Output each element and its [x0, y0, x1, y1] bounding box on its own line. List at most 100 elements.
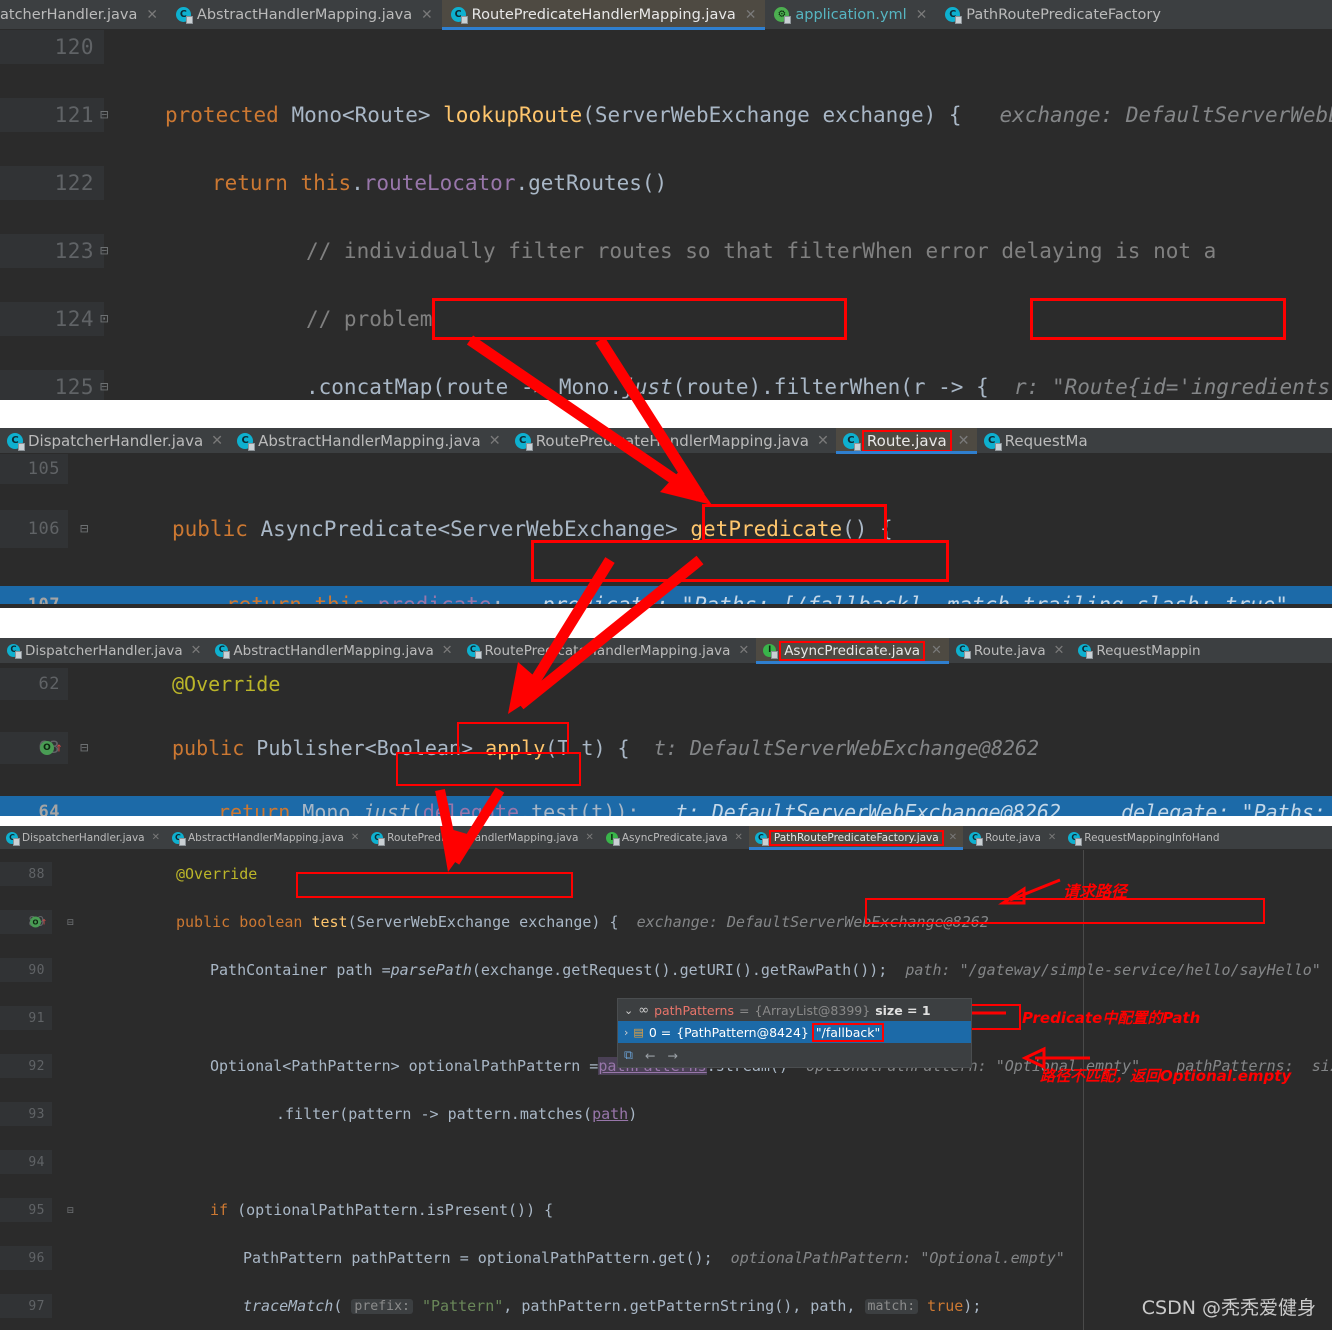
debug-popup-toolbar[interactable]: ⧉ ← →: [618, 1043, 971, 1067]
close-icon[interactable]: ✕: [949, 832, 957, 843]
tab-path-route-predicate-factory[interactable]: C PathRoutePredicateFactory.java ✕: [748, 826, 964, 850]
fold-icon[interactable]: ⊟: [80, 521, 88, 537]
tab-async-predicate[interactable]: I AsyncPredicate.java ✕: [600, 826, 749, 849]
close-icon[interactable]: ✕: [745, 7, 757, 23]
tab-route-java[interactable]: C Route.java ✕: [963, 826, 1062, 849]
gutter[interactable]: 96: [0, 1246, 52, 1270]
tab-bar-2[interactable]: C DispatcherHandler.java ✕ C AbstractHan…: [0, 428, 1332, 454]
tab-dispatcher-handler[interactable]: atcherHandler.java ✕: [0, 0, 167, 29]
gutter[interactable]: 92: [0, 1054, 52, 1078]
gutter[interactable]: 95: [0, 1198, 52, 1222]
gutter[interactable]: 122: [0, 166, 104, 200]
close-icon[interactable]: ✕: [146, 7, 158, 23]
debug-popup-entry[interactable]: › ▤ 0 = {PathPattern@8424} "/fallback": [618, 1021, 971, 1043]
tab-route-java[interactable]: C Route.java ✕: [835, 428, 977, 454]
close-icon[interactable]: ✕: [421, 7, 433, 23]
debugger-value-popup[interactable]: ⌄ ∞ pathPatterns = {ArrayList@8399} size…: [617, 998, 972, 1068]
implements-arrow-icon[interactable]: ↑: [41, 917, 47, 928]
debug-popup-header[interactable]: ⌄ ∞ pathPatterns = {ArrayList@8399} size…: [618, 999, 971, 1021]
gutter[interactable]: 107: [0, 586, 68, 604]
back-icon[interactable]: ←: [645, 1048, 655, 1063]
tab-request-mapping[interactable]: C RequestMappin: [1071, 638, 1207, 663]
fold-icon[interactable]: ⊟: [100, 107, 108, 123]
tab-abstract-handler-mapping[interactable]: C AbstractHandlerMapping.java ✕: [208, 638, 459, 663]
tab-label: atcherHandler.java: [0, 6, 138, 23]
gutter[interactable]: 120: [0, 30, 104, 64]
gutter[interactable]: 62: [0, 668, 68, 700]
fold-icon[interactable]: ⊡: [100, 311, 108, 327]
tab-route-predicate-handler-mapping[interactable]: C RoutePredicateHandlerMapping.java ✕: [508, 428, 836, 453]
gutter[interactable]: 97: [0, 1294, 52, 1318]
gutter[interactable]: 90: [0, 958, 52, 982]
chevron-down-icon[interactable]: ⌄: [624, 1004, 633, 1017]
gutter[interactable]: 106: [0, 510, 68, 548]
code-editor-1[interactable]: 120 121 ⊟ protected Mono<Route> lookupRo…: [0, 30, 1332, 400]
tab-route-java[interactable]: C Route.java ✕: [949, 638, 1072, 663]
gutter[interactable]: 88: [0, 862, 52, 886]
chevron-right-icon[interactable]: ›: [624, 1026, 628, 1039]
override-marker-icon[interactable]: O: [30, 916, 41, 928]
java-class-icon: C: [215, 644, 231, 659]
tab-dispatcher-handler[interactable]: C DispatcherHandler.java ✕: [0, 638, 208, 663]
close-icon[interactable]: ✕: [152, 832, 160, 843]
tab-route-predicate-handler-mapping[interactable]: C RoutePredicateHandlerMapping.java ✕: [441, 0, 766, 30]
gutter[interactable]: 123: [0, 234, 104, 268]
tab-dispatcher-handler[interactable]: C DispatcherHandler.java ✕: [0, 428, 230, 453]
tab-request-mapping[interactable]: C RequestMa: [977, 428, 1095, 453]
annotation-no-match: 路径不匹配，返回Optional.empty: [1040, 1067, 1292, 1085]
close-icon[interactable]: ✕: [191, 643, 202, 658]
close-icon[interactable]: ✕: [585, 832, 593, 843]
code-text: @Override: [172, 672, 281, 696]
close-icon[interactable]: ✕: [958, 433, 970, 449]
tab-application-yml[interactable]: ⚙ application.yml ✕: [765, 0, 936, 29]
close-icon[interactable]: ✕: [931, 643, 942, 658]
tab-dispatcher-handler[interactable]: C DispatcherHandler.java ✕: [0, 826, 166, 849]
java-class-icon: C: [6, 831, 20, 846]
close-icon[interactable]: ✕: [738, 643, 749, 658]
forward-icon[interactable]: →: [667, 1048, 677, 1063]
close-icon[interactable]: ✕: [489, 433, 501, 449]
close-icon[interactable]: ✕: [211, 433, 223, 449]
gutter[interactable]: 124: [0, 302, 104, 336]
fold-icon[interactable]: ⊟: [67, 1204, 74, 1217]
close-icon[interactable]: ✕: [351, 832, 359, 843]
implements-arrow-icon[interactable]: ↑: [55, 741, 63, 756]
copy-icon[interactable]: ⧉: [624, 1047, 633, 1063]
code-editor-3[interactable]: 62 @Override 63 O ↑ ⊟ public Publisher<B…: [0, 664, 1332, 816]
gutter[interactable]: 93: [0, 1102, 52, 1126]
tab-abstract-handler-mapping[interactable]: C AbstractHandlerMapping.java ✕: [166, 826, 365, 849]
code-editor-4[interactable]: 88 @Override 89 O ↑ ⊟ public boolean tes…: [0, 850, 1332, 1330]
variable-name: pathPatterns: [654, 1002, 734, 1018]
java-class-icon: C: [955, 644, 971, 659]
gutter[interactable]: 121: [0, 98, 104, 132]
fold-icon[interactable]: ⊟: [67, 916, 74, 929]
fold-icon[interactable]: ⊟: [100, 243, 108, 259]
tab-async-predicate[interactable]: I AsyncPredicate.java ✕: [756, 638, 949, 664]
gutter[interactable]: 91: [0, 1006, 52, 1030]
tab-bar-4[interactable]: C DispatcherHandler.java ✕ C AbstractHan…: [0, 826, 1332, 850]
close-icon[interactable]: ✕: [817, 433, 829, 449]
close-icon[interactable]: ✕: [1048, 832, 1056, 843]
tab-abstract-handler-mapping[interactable]: C AbstractHandlerMapping.java ✕: [167, 0, 442, 29]
gutter[interactable]: 125: [0, 370, 104, 400]
tab-bar-1[interactable]: atcherHandler.java ✕ C AbstractHandlerMa…: [0, 0, 1332, 30]
java-class-icon: C: [171, 831, 186, 846]
tab-path-route-predicate-factory[interactable]: C PathRoutePredicateFactory: [936, 0, 1170, 29]
close-icon[interactable]: ✕: [916, 7, 928, 23]
override-marker-icon[interactable]: O: [40, 741, 54, 755]
gutter[interactable]: 94: [0, 1150, 52, 1174]
close-icon[interactable]: ✕: [442, 643, 453, 658]
gutter[interactable]: 105: [0, 454, 68, 484]
code-editor-2[interactable]: 105 106 ⊟ public AsyncPredicate<ServerWe…: [0, 454, 1332, 604]
tab-bar-3[interactable]: C DispatcherHandler.java ✕ C AbstractHan…: [0, 638, 1332, 664]
gutter[interactable]: 64: [0, 796, 68, 816]
tab-request-mapping-info-handler[interactable]: C RequestMappingInfoHand: [1062, 826, 1225, 849]
close-icon[interactable]: ✕: [735, 832, 743, 843]
tab-route-predicate-handler-mapping[interactable]: C RoutePredicateHandlerMapping.java ✕: [460, 638, 757, 663]
fold-icon[interactable]: ⊟: [100, 379, 108, 395]
close-icon[interactable]: ✕: [1054, 643, 1065, 658]
tab-abstract-handler-mapping[interactable]: C AbstractHandlerMapping.java ✕: [230, 428, 508, 453]
fold-icon[interactable]: ⊟: [80, 740, 88, 756]
code-line: 62 @Override: [0, 668, 1332, 700]
tab-route-predicate-handler-mapping[interactable]: C RoutePredicateHandlerMapping.java ✕: [365, 826, 600, 849]
